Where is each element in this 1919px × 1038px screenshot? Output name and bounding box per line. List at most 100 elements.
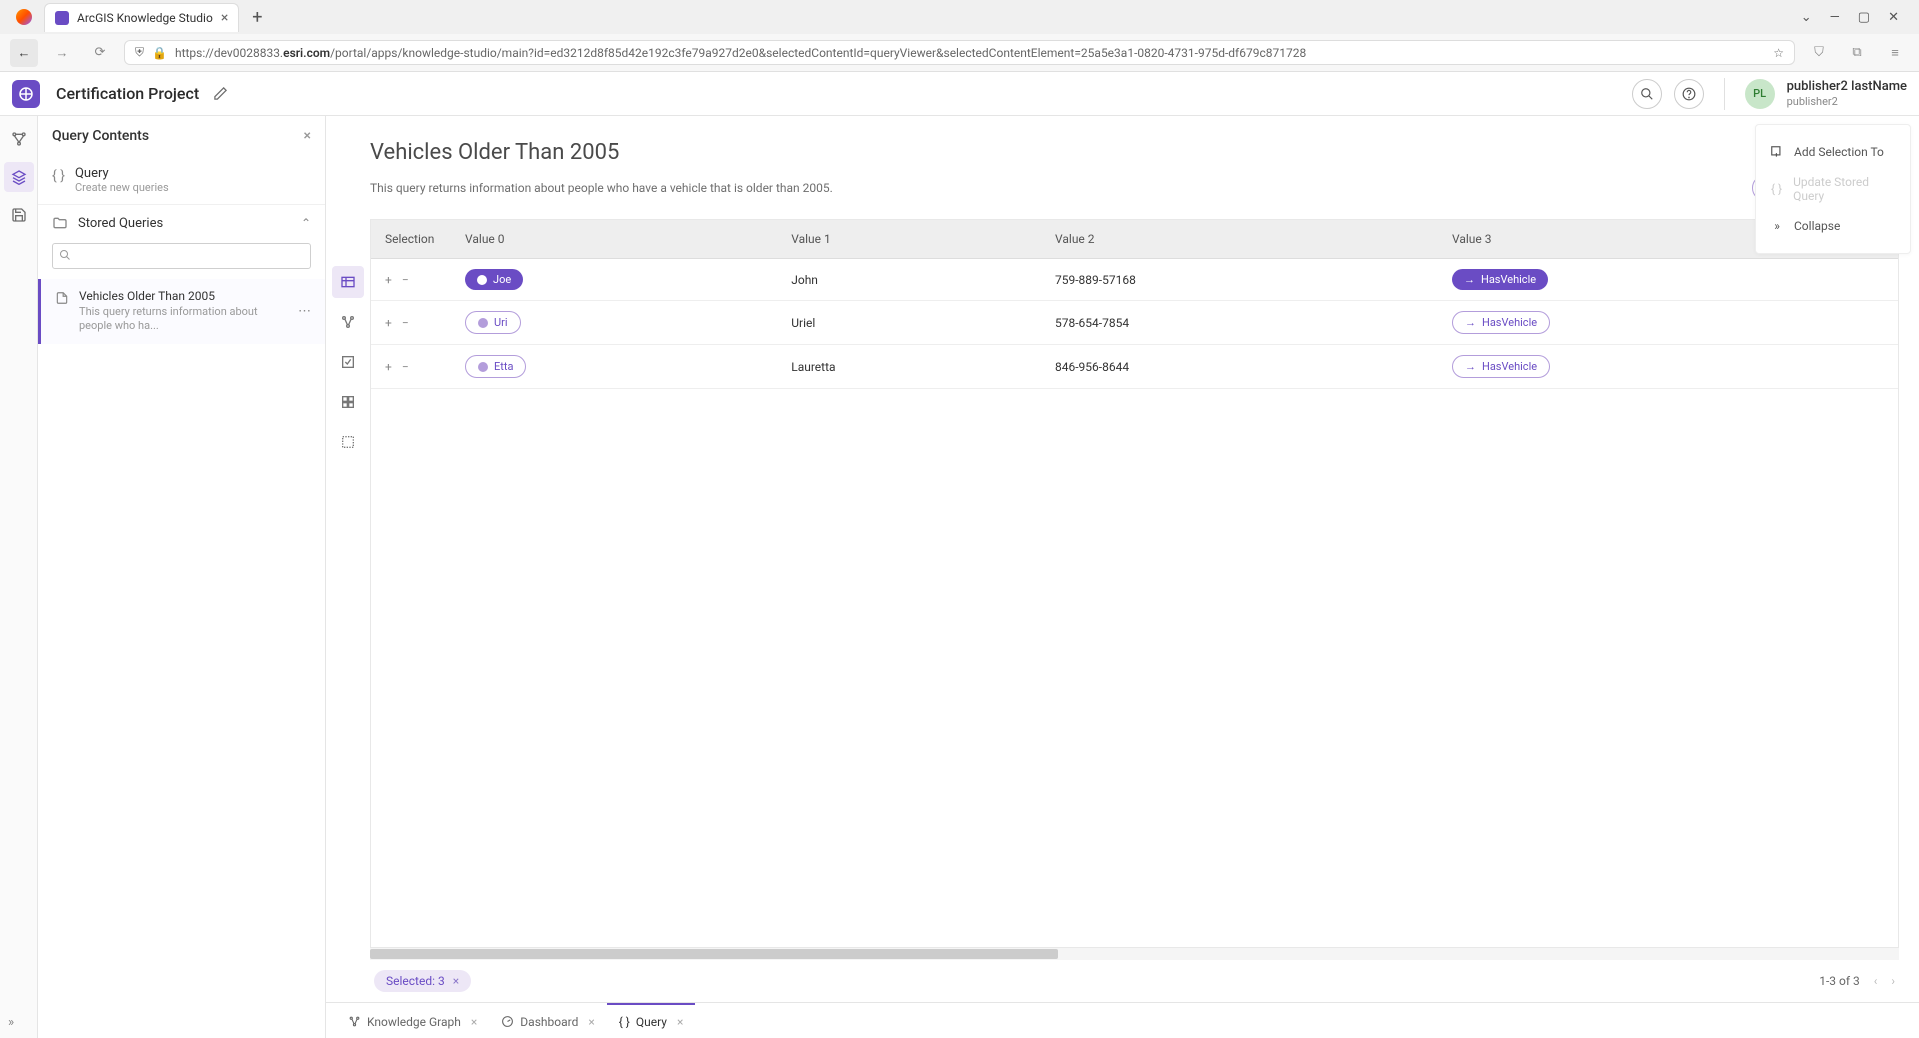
query-description: This query returns information about peo… <box>370 181 833 195</box>
col-value-0[interactable]: Value 0 <box>451 220 777 259</box>
cell-value-2: 578-654-7854 <box>1041 301 1438 345</box>
sidebar-close-icon[interactable]: × <box>304 128 311 144</box>
close-icon[interactable]: × <box>471 1015 477 1029</box>
rail-graph-icon[interactable] <box>4 124 34 154</box>
pager-prev-icon[interactable]: ‹ <box>1874 974 1878 988</box>
rail-save-icon[interactable] <box>4 200 34 230</box>
menu-icon[interactable]: ≡ <box>1881 39 1909 67</box>
reload-button[interactable]: ⟳ <box>86 39 114 67</box>
back-button[interactable]: ← <box>10 39 38 67</box>
user-info[interactable]: publisher2 lastName publisher2 <box>1787 79 1907 108</box>
tab-title: ArcGIS Knowledge Studio <box>77 11 213 25</box>
close-window-icon[interactable]: ✕ <box>1888 10 1899 25</box>
horizontal-scrollbar[interactable] <box>370 948 1899 960</box>
document-icon <box>55 291 69 334</box>
url-bar[interactable]: ⛨ 🔒 https://dev0028833.esri.com/portal/a… <box>124 40 1795 65</box>
bookmark-star-icon[interactable]: ☆ <box>1773 46 1784 60</box>
braces-icon: { } <box>1770 182 1783 196</box>
entity-chip[interactable]: Etta <box>465 355 526 378</box>
sidebar-query-section[interactable]: { } Query Create new queries <box>38 156 325 205</box>
content-area: Vehicles Older Than 2005 This query retu… <box>326 116 1919 1038</box>
arrow-icon: → <box>1465 316 1476 329</box>
user-sub: publisher2 <box>1787 95 1907 108</box>
view-card-icon[interactable] <box>332 426 364 458</box>
table-row[interactable]: +−EttaLauretta846-956-8644→HasVehicle <box>371 345 1898 389</box>
entity-chip[interactable]: Uri <box>465 311 521 334</box>
main-content: Vehicles Older Than 2005 This query retu… <box>370 116 1919 1002</box>
add-row-icon[interactable]: + <box>385 316 392 330</box>
pager-text: 1-3 of 3 <box>1819 974 1860 988</box>
entity-chip[interactable]: Joe <box>465 269 523 290</box>
help-button[interactable] <box>1674 79 1704 109</box>
pager: 1-3 of 3 ‹ › <box>1819 974 1895 988</box>
minimize-icon[interactable]: — <box>1830 10 1840 25</box>
dot-icon <box>478 318 488 328</box>
clear-selection-icon[interactable]: × <box>453 974 459 988</box>
dashboard-icon <box>501 1015 514 1028</box>
view-table-icon[interactable] <box>332 266 364 298</box>
stored-query-item[interactable]: Vehicles Older Than 2005 This query retu… <box>38 279 325 344</box>
sidebar-stored-header[interactable]: Stored Queries ⌃ <box>38 205 325 241</box>
relationship-chip[interactable]: →HasVehicle <box>1452 311 1550 334</box>
relationship-chip[interactable]: →HasVehicle <box>1452 355 1550 378</box>
close-icon[interactable]: × <box>588 1015 594 1029</box>
view-map-icon[interactable] <box>332 346 364 378</box>
icon-rail <box>0 116 38 1038</box>
tab-favicon-icon <box>55 11 69 25</box>
table-row[interactable]: +−JoeJohn759-889-57168→HasVehicle <box>371 259 1898 301</box>
tab-close-icon[interactable]: × <box>221 10 228 26</box>
forward-button[interactable]: → <box>48 39 76 67</box>
sidebar: Query Contents × { } Query Create new qu… <box>38 116 326 1038</box>
sidebar-header: Query Contents × <box>38 116 325 156</box>
edit-title-button[interactable] <box>213 86 228 101</box>
add-selection-to-button[interactable]: Add Selection To <box>1756 137 1910 167</box>
stored-queries-search-input[interactable] <box>52 243 311 269</box>
app-header: Certification Project PL publisher2 last… <box>0 72 1919 116</box>
rail-layers-icon[interactable] <box>4 162 34 192</box>
nav-bar: ← → ⟳ ⛨ 🔒 https://dev0028833.esri.com/po… <box>0 34 1919 72</box>
maximize-icon[interactable]: ▢ <box>1858 10 1870 25</box>
new-tab-button[interactable]: + <box>243 3 271 31</box>
bottom-tabs: Knowledge Graph × Dashboard × { } Query … <box>326 1002 1919 1038</box>
dropdown-icon[interactable]: ⌄ <box>1801 10 1812 25</box>
pager-next-icon[interactable]: › <box>1891 974 1895 988</box>
expand-bottom-icon[interactable]: » <box>8 1015 14 1030</box>
user-name: publisher2 lastName <box>1787 79 1907 95</box>
collapse-button[interactable]: » Collapse <box>1756 211 1910 241</box>
user-avatar[interactable]: PL <box>1745 79 1775 109</box>
header-right: PL publisher2 lastName publisher2 <box>1632 78 1907 110</box>
extensions-icon[interactable]: ⧉ <box>1843 39 1871 67</box>
relationship-chip[interactable]: →HasVehicle <box>1452 269 1548 290</box>
stored-query-title: Vehicles Older Than 2005 <box>79 289 288 303</box>
tab-query[interactable]: { } Query × <box>607 1003 696 1038</box>
chevron-up-icon[interactable]: ⌃ <box>301 216 311 230</box>
close-icon[interactable]: × <box>677 1015 683 1029</box>
remove-row-icon[interactable]: − <box>402 273 409 287</box>
pocket-icon[interactable]: ⛉ <box>1805 39 1833 67</box>
add-row-icon[interactable]: + <box>385 273 392 287</box>
remove-row-icon[interactable]: − <box>402 360 409 374</box>
browser-tab[interactable]: ArcGIS Knowledge Studio × <box>44 3 239 32</box>
selected-count-chip[interactable]: Selected: 3 × <box>374 970 471 992</box>
tab-knowledge-graph[interactable]: Knowledge Graph × <box>336 1003 489 1038</box>
window-controls: ⌄ — ▢ ✕ <box>1801 10 1911 25</box>
col-value-2[interactable]: Value 2 <box>1041 220 1438 259</box>
collapse-icon: » <box>1770 219 1784 233</box>
query-section-sub: Create new queries <box>75 181 311 194</box>
col-selection[interactable]: Selection <box>371 220 451 259</box>
braces-icon: { } <box>52 168 65 184</box>
add-row-icon[interactable]: + <box>385 360 392 374</box>
shield-icon: ⛨ <box>135 45 144 60</box>
update-stored-query-button: { } Update Stored Query <box>1756 167 1910 211</box>
view-graph-icon[interactable] <box>332 306 364 338</box>
table-row[interactable]: +−UriUriel578-654-7854→HasVehicle <box>371 301 1898 345</box>
app-logo-icon[interactable] <box>12 80 40 108</box>
search-button[interactable] <box>1632 79 1662 109</box>
col-value-1[interactable]: Value 1 <box>777 220 1041 259</box>
actions-panel: Add Selection To { } Update Stored Query… <box>1755 124 1911 254</box>
more-icon[interactable]: ⋯ <box>298 304 311 319</box>
divider <box>1724 78 1725 110</box>
view-chart-icon[interactable] <box>332 386 364 418</box>
tab-dashboard[interactable]: Dashboard × <box>489 1003 606 1038</box>
remove-row-icon[interactable]: − <box>402 316 409 330</box>
